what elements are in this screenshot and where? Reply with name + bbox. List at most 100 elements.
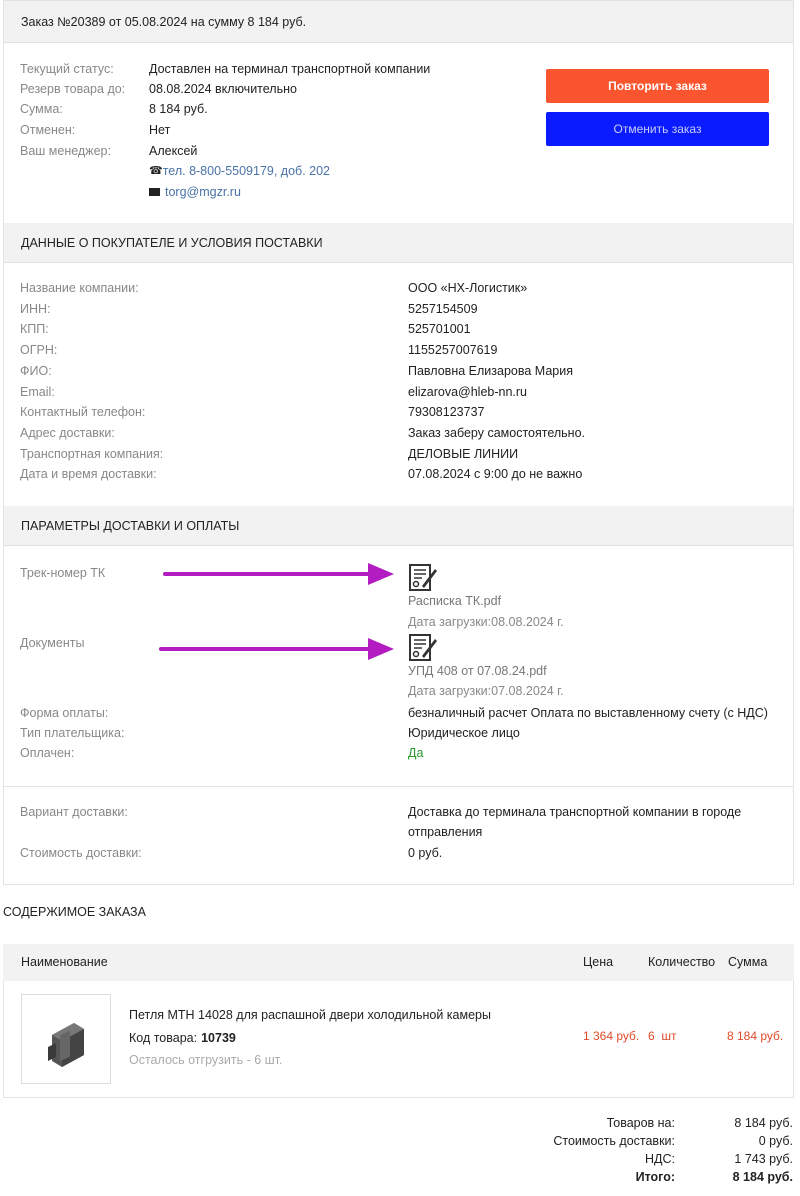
reserve-row: Резерв товара до: 08.08.2024 включительн… (20, 79, 297, 99)
manager-phone-link[interactable]: тел. 8-800-5509179, доб. 202 (163, 161, 330, 181)
document-signed-icon[interactable] (408, 632, 438, 662)
phone-icon: ☎ (149, 165, 163, 177)
sum-label: Сумма: (20, 102, 63, 116)
track-file-link[interactable]: Расписка ТК.pdf (408, 591, 501, 611)
track-file-row[interactable]: Расписка ТК.pdf (408, 591, 501, 611)
buyer-row-value: 1155257007619 (408, 343, 498, 358)
item-sum-row: 8 184 руб. (727, 1026, 783, 1046)
buyer-row: Транспортная компания: ДЕЛОВЫЕ ЛИНИИ (20, 444, 518, 464)
buyer-row: Дата и время доставки: 07.08.2024 с 9:00 … (20, 464, 582, 484)
delivery-section-header: ПАРАМЕТРЫ ДОСТАВКИ И ОПЛАТЫ (4, 506, 793, 546)
delivery-divider (3, 786, 794, 787)
contents-title: СОДЕРЖИМОЕ ЗАКАЗА (3, 905, 146, 919)
docs-label: Документы (20, 636, 85, 650)
goods-total-label: Товаров на: (606, 1116, 675, 1130)
manager-label: Ваш менеджер: (20, 144, 111, 158)
paid-value: Да (408, 746, 424, 760)
variant-value: Доставка до терминала транспортной компа… (408, 805, 742, 819)
item-price: 1 364 руб. (583, 1029, 640, 1043)
item-code-row: Код товара: 10739 (129, 1028, 236, 1048)
cancelled-row: Отменен: Нет (20, 120, 170, 140)
docs-file-link[interactable]: УПД 408 от 07.08.24.pdf (408, 661, 547, 681)
repeat-order-button[interactable]: Повторить заказ (546, 69, 769, 103)
payment-form-row: Форма оплаты: безналичный расчет Оплата … (20, 703, 768, 723)
docs-row: Документы (20, 633, 84, 653)
product-thumbnail[interactable] (21, 994, 111, 1084)
totals-values: 8 184 руб. 0 руб. 1 743 руб. 8 184 руб. (733, 1114, 793, 1186)
docs-file-row[interactable]: УПД 408 от 07.08.24.pdf (408, 661, 547, 681)
totals-labels: Товаров на: Стоимость доставки: НДС: Ито… (553, 1114, 675, 1186)
col-sum-header: Сумма (728, 955, 768, 969)
item-sum: 8 184 руб. (727, 1029, 784, 1043)
delivery-section-title: ПАРАМЕТРЫ ДОСТАВКИ И ОПЛАТЫ (21, 518, 240, 533)
sum-value: 8 184 руб. (149, 102, 208, 116)
buyer-row-value: elizarova@hleb-nn.ru (408, 384, 528, 399)
buyer-row-value: 07.08.2024 с 9:00 до не важно (408, 467, 583, 482)
buyer-row-value: 525701001 (408, 322, 471, 337)
buyer-row: КПП: 525701001 (20, 319, 471, 339)
cancelled-label: Отменен: (20, 123, 76, 137)
track-date-row: Дата загрузки:08.08.2024 г. (408, 612, 564, 632)
item-name-link[interactable]: Петля МТН 14028 для распашной двери холо… (129, 1005, 491, 1025)
buyer-row-value: Заказ заберу самостоятельно. (408, 425, 586, 440)
item-name-row[interactable]: Петля МТН 14028 для распашной двери холо… (129, 1005, 491, 1025)
docs-date-row: Дата загрузки:07.08.2024 г. (408, 681, 564, 701)
item-qty-row: 6 шт (648, 1026, 676, 1046)
payer-type-value: Юридическое лицо (408, 726, 520, 740)
manager-value: Алексей (149, 144, 198, 158)
buyer-row-label: Дата и время доставки: (20, 467, 157, 482)
manager-phone-row[interactable]: ☎ тел. 8-800-5509179, доб. 202 (149, 161, 330, 181)
payment-form-label: Форма оплаты: (20, 706, 109, 720)
buyer-row-value: 5257154509 (408, 301, 478, 316)
variant-row-cont: отправления (408, 822, 482, 842)
document-signed-icon[interactable] (408, 562, 438, 592)
order-header-title: Заказ №20389 от 05.08.2024 на сумму 8 18… (21, 14, 307, 29)
delivery-total-value: 0 руб. (758, 1134, 793, 1148)
buyer-row: ИНН: 5257154509 (20, 299, 478, 319)
buyer-section-header: ДАННЫЕ О ПОКУПАТЕЛЕ И УСЛОВИЯ ПОСТАВКИ (4, 223, 793, 263)
buyer-row: Email: elizarova@hleb-nn.ru (20, 382, 527, 402)
cancelled-value: Нет (149, 123, 171, 137)
goods-total-value: 8 184 руб. (734, 1116, 793, 1130)
col-name-header: Наименование (21, 955, 108, 969)
reserve-value: 08.08.2024 включительно (149, 82, 297, 96)
grand-total-label: Итого: (635, 1170, 675, 1184)
buyer-row-value: 79308123737 (408, 405, 485, 420)
status-row: Текущий статус: Доставлен на терминал тр… (20, 59, 430, 79)
arrow-pointer (159, 638, 394, 660)
item-price-row: 1 364 руб. (583, 1026, 639, 1046)
col-qty-header: Количество (648, 955, 716, 969)
col-price-header: Цена (583, 955, 614, 969)
docs-upload-date: Дата загрузки:07.08.2024 г. (408, 684, 564, 698)
buyer-row-value: Павловна Елизарова Мария (408, 363, 573, 378)
manager-row: Ваш менеджер: Алексей (20, 141, 197, 161)
track-label: Трек-номер ТК (20, 566, 106, 580)
buyer-row-label: ОГРН: (20, 343, 58, 358)
payer-type-row: Тип плательщика: Юридическое лицо (20, 723, 520, 743)
buyer-row-value: ООО «НХ-Логистик» (408, 281, 528, 295)
delivery-section: ПАРАМЕТРЫ ДОСТАВКИ И ОПЛАТЫ (3, 506, 794, 885)
cancel-order-button[interactable]: Отменить заказ (546, 112, 769, 146)
order-header: Заказ №20389 от 05.08.2024 на сумму 8 18… (4, 1, 793, 43)
vat-value: 1 743 руб. (734, 1152, 793, 1166)
buyer-row-label: ИНН: (20, 301, 51, 316)
track-upload-date: Дата загрузки:08.08.2024 г. (408, 615, 564, 629)
buyer-row: ОГРН: 1155257007619 (20, 340, 497, 360)
buyer-row: Контактный телефон: 79308123737 (20, 402, 484, 422)
buyer-row: Название компании: ООО «НХ-Логистик» (20, 278, 527, 298)
buyer-row-label: Email: (20, 384, 55, 399)
buyer-row-label: Транспортная компания: (20, 446, 164, 461)
manager-email-link[interactable]: torg@mgzr.ru (165, 182, 241, 202)
item-code-value: 10739 (201, 1031, 236, 1045)
paid-label: Оплачен: (20, 746, 75, 760)
payment-form-value: безналичный расчет Оплата по выставленно… (408, 706, 768, 720)
status-label: Текущий статус: (20, 62, 114, 76)
manager-email-row[interactable]: torg@mgzr.ru (149, 182, 241, 202)
grand-total-value: 8 184 руб. (732, 1170, 793, 1184)
item-remaining-row: Осталось отгрузить - 6 шт. (129, 1050, 282, 1070)
arrow-pointer (163, 563, 394, 585)
item-remaining: Осталось отгрузить - 6 шт. (129, 1053, 283, 1067)
variant-label: Вариант доставки: (20, 805, 128, 819)
status-value: Доставлен на терминал транспортной компа… (149, 62, 431, 76)
buyer-row-label: Контактный телефон: (20, 405, 146, 420)
